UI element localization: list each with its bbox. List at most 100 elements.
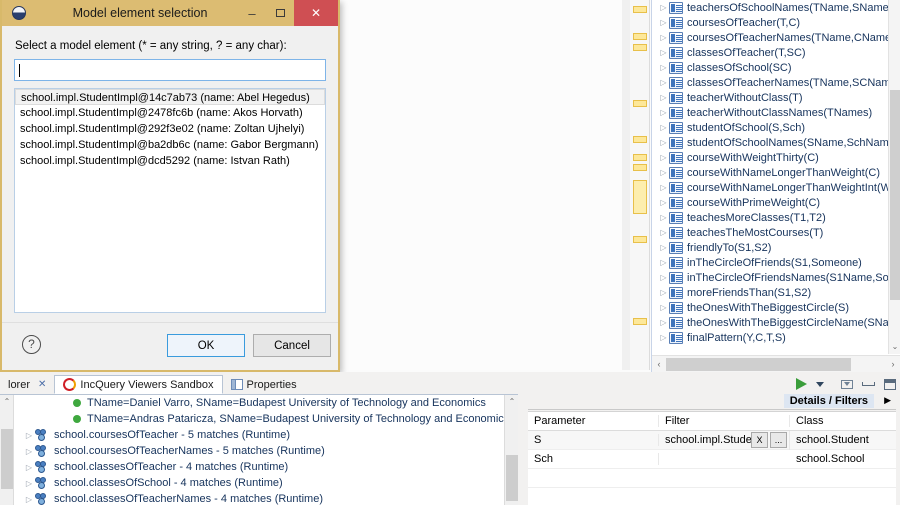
expand-arrow-icon[interactable]: ▷ xyxy=(658,0,669,15)
tree-item[interactable]: ▷ courseWithWeightThirty(C) xyxy=(652,150,888,165)
expand-arrow-icon[interactable]: ▷ xyxy=(658,45,669,60)
ruler-mark[interactable] xyxy=(633,44,647,51)
tree-item[interactable]: ▷ finalPattern(Y,C,T,S) xyxy=(652,330,888,345)
view-menu-icon[interactable] xyxy=(841,379,853,389)
tab-properties[interactable]: Properties xyxy=(223,375,305,394)
expand-arrow-icon[interactable]: ▷ xyxy=(23,463,35,472)
match-leaf-row[interactable]: TName=Daniel Varro, SName=Budapest Unive… xyxy=(15,395,504,411)
column-header-class[interactable]: Class xyxy=(790,415,896,427)
cancel-button[interactable]: Cancel xyxy=(253,334,331,357)
ruler-mark-block[interactable] xyxy=(633,180,647,214)
scroll-up-arrow-icon[interactable]: ⌃ xyxy=(0,395,14,409)
expand-arrow-icon[interactable]: ▷ xyxy=(658,120,669,135)
browse-filter-button[interactable]: ... xyxy=(770,432,787,448)
maximize-icon[interactable] xyxy=(884,378,896,390)
expand-arrow-icon[interactable]: ▷ xyxy=(658,15,669,30)
ruler-mark[interactable] xyxy=(633,154,647,161)
expand-arrow-icon[interactable]: ▷ xyxy=(658,105,669,120)
expand-arrow-icon[interactable]: ▷ xyxy=(658,225,669,240)
list-item[interactable]: school.impl.StudentImpl@ba2db6c (name: G… xyxy=(15,137,325,153)
tree-item[interactable]: ▷ inTheCircleOfFriends(S1,Someone) xyxy=(652,255,888,270)
expand-arrow-icon[interactable]: ▷ xyxy=(658,210,669,225)
expand-arrow-icon[interactable]: ▷ xyxy=(658,60,669,75)
tree-item[interactable]: ▷ teacherWithoutClassNames(TNames) xyxy=(652,105,888,120)
table-row[interactable] xyxy=(528,488,896,505)
expand-arrow-icon[interactable]: ▷ xyxy=(658,30,669,45)
expand-arrow-icon[interactable]: ▷ xyxy=(658,240,669,255)
tree-item[interactable]: ▷ courseWithNameLongerThanWeightInt(W) xyxy=(652,180,888,195)
list-item[interactable]: school.impl.StudentImpl@292f3e02 (name: … xyxy=(15,121,325,137)
ruler-mark[interactable] xyxy=(633,236,647,243)
scroll-down-arrow-icon[interactable]: ⌄ xyxy=(889,340,900,354)
tab-incquery-viewers-sandbox[interactable]: IncQuery Viewers Sandbox xyxy=(54,375,223,394)
run-icon[interactable] xyxy=(796,378,807,390)
tree-item[interactable]: ▷ coursesOfTeacher(T,C) xyxy=(652,15,888,30)
matches-vertical-scrollbar[interactable]: ⌃ xyxy=(504,395,518,505)
column-header-parameter[interactable]: Parameter xyxy=(528,415,659,427)
tree-vertical-scroll-thumb[interactable] xyxy=(890,90,900,300)
tree-item[interactable]: ▷ theOnesWithTheBiggestCircle(S) xyxy=(652,300,888,315)
help-icon[interactable]: ? xyxy=(22,335,41,354)
match-group-row[interactable]: ▷ school.classesOfTeacherNames - 4 match… xyxy=(15,491,504,505)
editor-canvas[interactable] xyxy=(340,0,622,370)
expand-arrow-icon[interactable]: ▷ xyxy=(23,431,35,440)
tree-item[interactable]: ▷ studentOfSchool(S,Sch) xyxy=(652,120,888,135)
expand-arrow-icon[interactable]: ▷ xyxy=(658,315,669,330)
tree-item[interactable]: ▷ classesOfTeacherNames(TName,SCName) xyxy=(652,75,888,90)
expand-arrow-icon[interactable]: ▷ xyxy=(658,195,669,210)
expand-arrow-icon[interactable]: ▷ xyxy=(658,75,669,90)
table-row[interactable] xyxy=(528,469,896,488)
ruler-mark[interactable] xyxy=(633,100,647,107)
expand-arrow-icon[interactable]: ▷ xyxy=(658,270,669,285)
editor-vertical-scrollbar[interactable] xyxy=(622,0,630,370)
tree-horizontal-scroll-thumb[interactable] xyxy=(666,358,851,371)
query-explorer-tree[interactable]: ▷ teachersOfSchoolNames(TName,SName) ▷ cou… xyxy=(651,0,900,372)
matches-tree-view[interactable]: ⌃ TName=Daniel Varro, SName=Budapest Uni… xyxy=(0,395,518,505)
scroll-left-arrow-icon[interactable]: ‹ xyxy=(652,356,666,373)
model-element-filter-input[interactable] xyxy=(14,59,326,81)
minimize-button[interactable]: – xyxy=(238,0,266,26)
tree-item[interactable]: ▷ classesOfTeacher(T,SC) xyxy=(652,45,888,60)
expand-arrow-icon[interactable]: ▷ xyxy=(658,285,669,300)
tree-horizontal-scrollbar[interactable]: ‹ › xyxy=(652,355,900,372)
expand-arrow-icon[interactable]: ▷ xyxy=(23,479,35,488)
match-leaf-row[interactable]: TName=Andras Pataricza, SName=Budapest U… xyxy=(15,411,504,427)
tree-item[interactable]: ▷ studentOfSchoolNames(SName,SchName) xyxy=(652,135,888,150)
ruler-mark[interactable] xyxy=(633,318,647,325)
overview-ruler[interactable] xyxy=(630,0,650,370)
dialog-titlebar[interactable]: Model element selection – ✕ xyxy=(2,0,338,26)
close-icon[interactable]: ✕ xyxy=(38,379,46,390)
filters-table[interactable]: Parameter Filter Class S school.impl.Stu… xyxy=(528,411,896,505)
cell-filter[interactable]: school.impl.Student X ... xyxy=(659,430,790,450)
dropdown-arrow-icon[interactable] xyxy=(816,381,824,387)
ruler-mark[interactable] xyxy=(633,136,647,143)
scroll-up-arrow-icon[interactable]: ⌃ xyxy=(505,395,519,409)
ruler-mark[interactable] xyxy=(633,33,647,40)
expand-arrow-icon[interactable]: ▷ xyxy=(658,300,669,315)
tree-item[interactable]: ▷ courseWithNameLongerThanWeight(C) xyxy=(652,165,888,180)
tree-item[interactable]: ▷ courseWithPrimeWeight(C) xyxy=(652,195,888,210)
tree-item[interactable]: ▷ moreFriendsThan(S1,S2) xyxy=(652,285,888,300)
expand-arrow-icon[interactable]: ▷ xyxy=(658,255,669,270)
ruler-mark[interactable] xyxy=(633,6,647,13)
tree-item[interactable]: ▷ inTheCircleOfFriendsNames(S1Name,Som xyxy=(652,270,888,285)
tree-item[interactable]: ▷ friendlyTo(S1,S2) xyxy=(652,240,888,255)
matches-left-scroll-thumb[interactable] xyxy=(1,429,13,489)
column-header-filter[interactable]: Filter xyxy=(659,415,790,427)
list-item[interactable]: school.impl.StudentImpl@14c7ab73 (name: … xyxy=(15,89,325,105)
minimize-icon[interactable] xyxy=(862,382,875,386)
match-group-row[interactable]: ▷ school.classesOfTeacher - 4 matches (R… xyxy=(15,459,504,475)
tree-item[interactable]: ▷ classesOfSchool(SC) xyxy=(652,60,888,75)
expand-arrow-icon[interactable]: ▷ xyxy=(658,330,669,345)
tree-item[interactable]: ▷ teacherWithoutClass(T) xyxy=(652,90,888,105)
expand-arrow-icon[interactable]: ▷ xyxy=(658,150,669,165)
expand-arrow-icon[interactable]: ▷ xyxy=(658,180,669,195)
ruler-mark[interactable] xyxy=(633,164,647,171)
close-button[interactable]: ✕ xyxy=(294,0,338,26)
clear-filter-button[interactable]: X xyxy=(751,432,768,448)
matches-vertical-scroll-thumb[interactable] xyxy=(506,455,518,501)
match-group-row[interactable]: ▷ school.classesOfSchool - 4 matches (Ru… xyxy=(15,475,504,491)
tree-item[interactable]: ▷ teachersOfSchoolNames(TName,SName) xyxy=(652,0,888,15)
match-group-row[interactable]: ▷ school.coursesOfTeacher - 5 matches (R… xyxy=(15,427,504,443)
more-arrow-icon[interactable]: ▶ xyxy=(884,395,891,406)
